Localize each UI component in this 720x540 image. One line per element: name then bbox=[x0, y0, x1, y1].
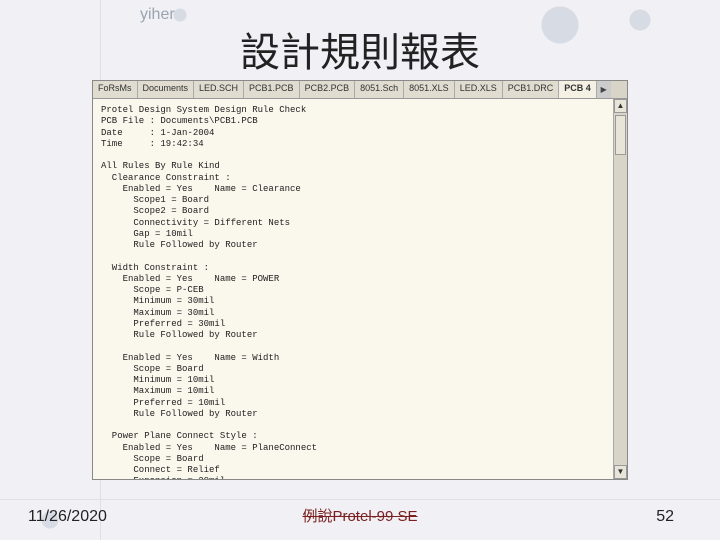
footer-center-label: 例說Protel-99 SE bbox=[0, 505, 720, 526]
design-rule-report-text: Protel Design System Design Rule Check P… bbox=[93, 99, 613, 479]
report-area: Protel Design System Design Rule Check P… bbox=[93, 99, 627, 479]
scroll-down-icon[interactable]: ▼ bbox=[614, 465, 627, 479]
footer-page-number: 52 bbox=[656, 508, 674, 526]
tab-pcb2-pcb[interactable]: PCB2.PCB bbox=[300, 81, 356, 98]
tab-8051-xls[interactable]: 8051.XLS bbox=[404, 81, 455, 98]
scroll-up-icon[interactable]: ▲ bbox=[614, 99, 627, 113]
scroll-thumb[interactable] bbox=[615, 115, 626, 155]
slide-title: 設計規則報表 bbox=[0, 20, 720, 78]
tab-led-sch[interactable]: LED.SCH bbox=[194, 81, 244, 98]
tab-pcb1-drc[interactable]: PCB1.DRC bbox=[503, 81, 560, 98]
tab-pcb1-pcb[interactable]: PCB1.PCB bbox=[244, 81, 300, 98]
tab-led-xls[interactable]: LED.XLS bbox=[455, 81, 503, 98]
tab-pcb4[interactable]: PCB 4 bbox=[559, 81, 597, 98]
tab-forsms[interactable]: FoRsMs bbox=[93, 81, 138, 98]
tab-scroll-right-icon[interactable]: ▶ bbox=[597, 81, 611, 98]
app-window: FoRsMs Documents LED.SCH PCB1.PCB PCB2.P… bbox=[92, 80, 628, 480]
tab-8051-sch[interactable]: 8051.Sch bbox=[355, 81, 404, 98]
document-tabbar: FoRsMs Documents LED.SCH PCB1.PCB PCB2.P… bbox=[93, 81, 627, 99]
vertical-scrollbar[interactable]: ▲ ▼ bbox=[613, 99, 627, 479]
tab-documents[interactable]: Documents bbox=[138, 81, 195, 98]
